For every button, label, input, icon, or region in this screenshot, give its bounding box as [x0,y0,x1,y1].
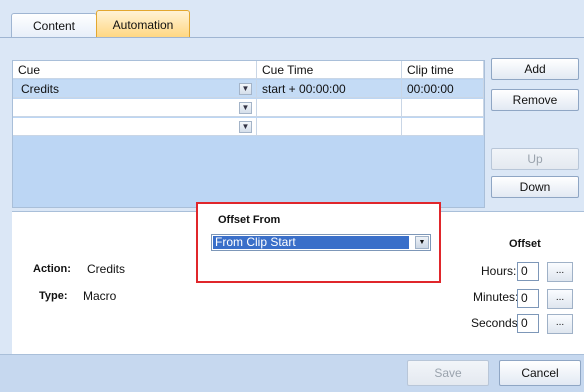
minutes-field[interactable]: 0 [517,289,539,308]
cue-time-cell[interactable]: start + 00:00:00 [257,80,402,98]
column-header-clip-time[interactable]: Clip time [402,61,484,79]
cue-time-cell[interactable] [257,99,402,117]
table-row[interactable]: ▼ [13,99,484,117]
remove-button[interactable]: Remove [491,89,579,111]
cue-value: Credits [21,82,60,96]
clip-time-cell[interactable] [402,118,484,136]
clip-time-cell[interactable] [402,99,484,117]
offset-from-select[interactable]: From Clip Start ▼ [211,234,431,251]
type-label: Type: [39,290,68,302]
hours-browse-button[interactable]: ... [547,262,573,282]
offset-from-title: Offset From [218,214,281,226]
down-button[interactable]: Down [491,176,579,198]
chevron-down-icon[interactable]: ▼ [239,102,252,114]
offset-title: Offset [509,238,541,250]
action-value: Credits [87,262,126,276]
seconds-label: Seconds: [471,316,522,330]
column-header-cue[interactable]: Cue [13,61,257,79]
minutes-browse-button[interactable]: ... [547,289,573,309]
cue-cell[interactable]: ▼ [13,99,257,117]
action-label: Action: [33,263,71,275]
table-row[interactable]: Credits ▼ start + 00:00:00 00:00:00 [13,80,484,98]
seconds-field[interactable]: 0 [517,314,539,333]
chevron-down-icon[interactable]: ▼ [239,83,252,95]
cue-grid[interactable]: Cue Cue Time Clip time Credits ▼ start + … [12,60,485,208]
seconds-browse-button[interactable]: ... [547,314,573,334]
tab-automation[interactable]: Automation [96,10,190,38]
tab-bar: Content Automation [0,0,584,38]
dialog-footer [0,354,584,392]
clip-time-cell[interactable]: 00:00:00 [402,80,484,98]
minutes-label: Minutes: [473,290,519,304]
cue-cell[interactable]: ▼ [13,118,257,136]
table-row[interactable]: ▼ [13,118,484,136]
chevron-down-icon[interactable]: ▼ [239,121,252,133]
column-header-cue-time[interactable]: Cue Time [257,61,402,79]
hours-label: Hours: [481,264,517,278]
save-button[interactable]: Save [407,360,489,386]
up-button[interactable]: Up [491,148,579,170]
tab-content[interactable]: Content [11,13,97,38]
grid-header: Cue Cue Time Clip time [13,61,484,79]
type-value: Macro [83,289,117,303]
cue-time-cell[interactable] [257,118,402,136]
chevron-down-icon[interactable]: ▼ [415,236,429,249]
add-button[interactable]: Add [491,58,579,80]
hours-field[interactable]: 0 [517,262,539,281]
cancel-button[interactable]: Cancel [499,360,581,386]
cue-cell[interactable]: Credits ▼ [13,80,257,98]
offset-from-selected: From Clip Start [213,236,409,249]
